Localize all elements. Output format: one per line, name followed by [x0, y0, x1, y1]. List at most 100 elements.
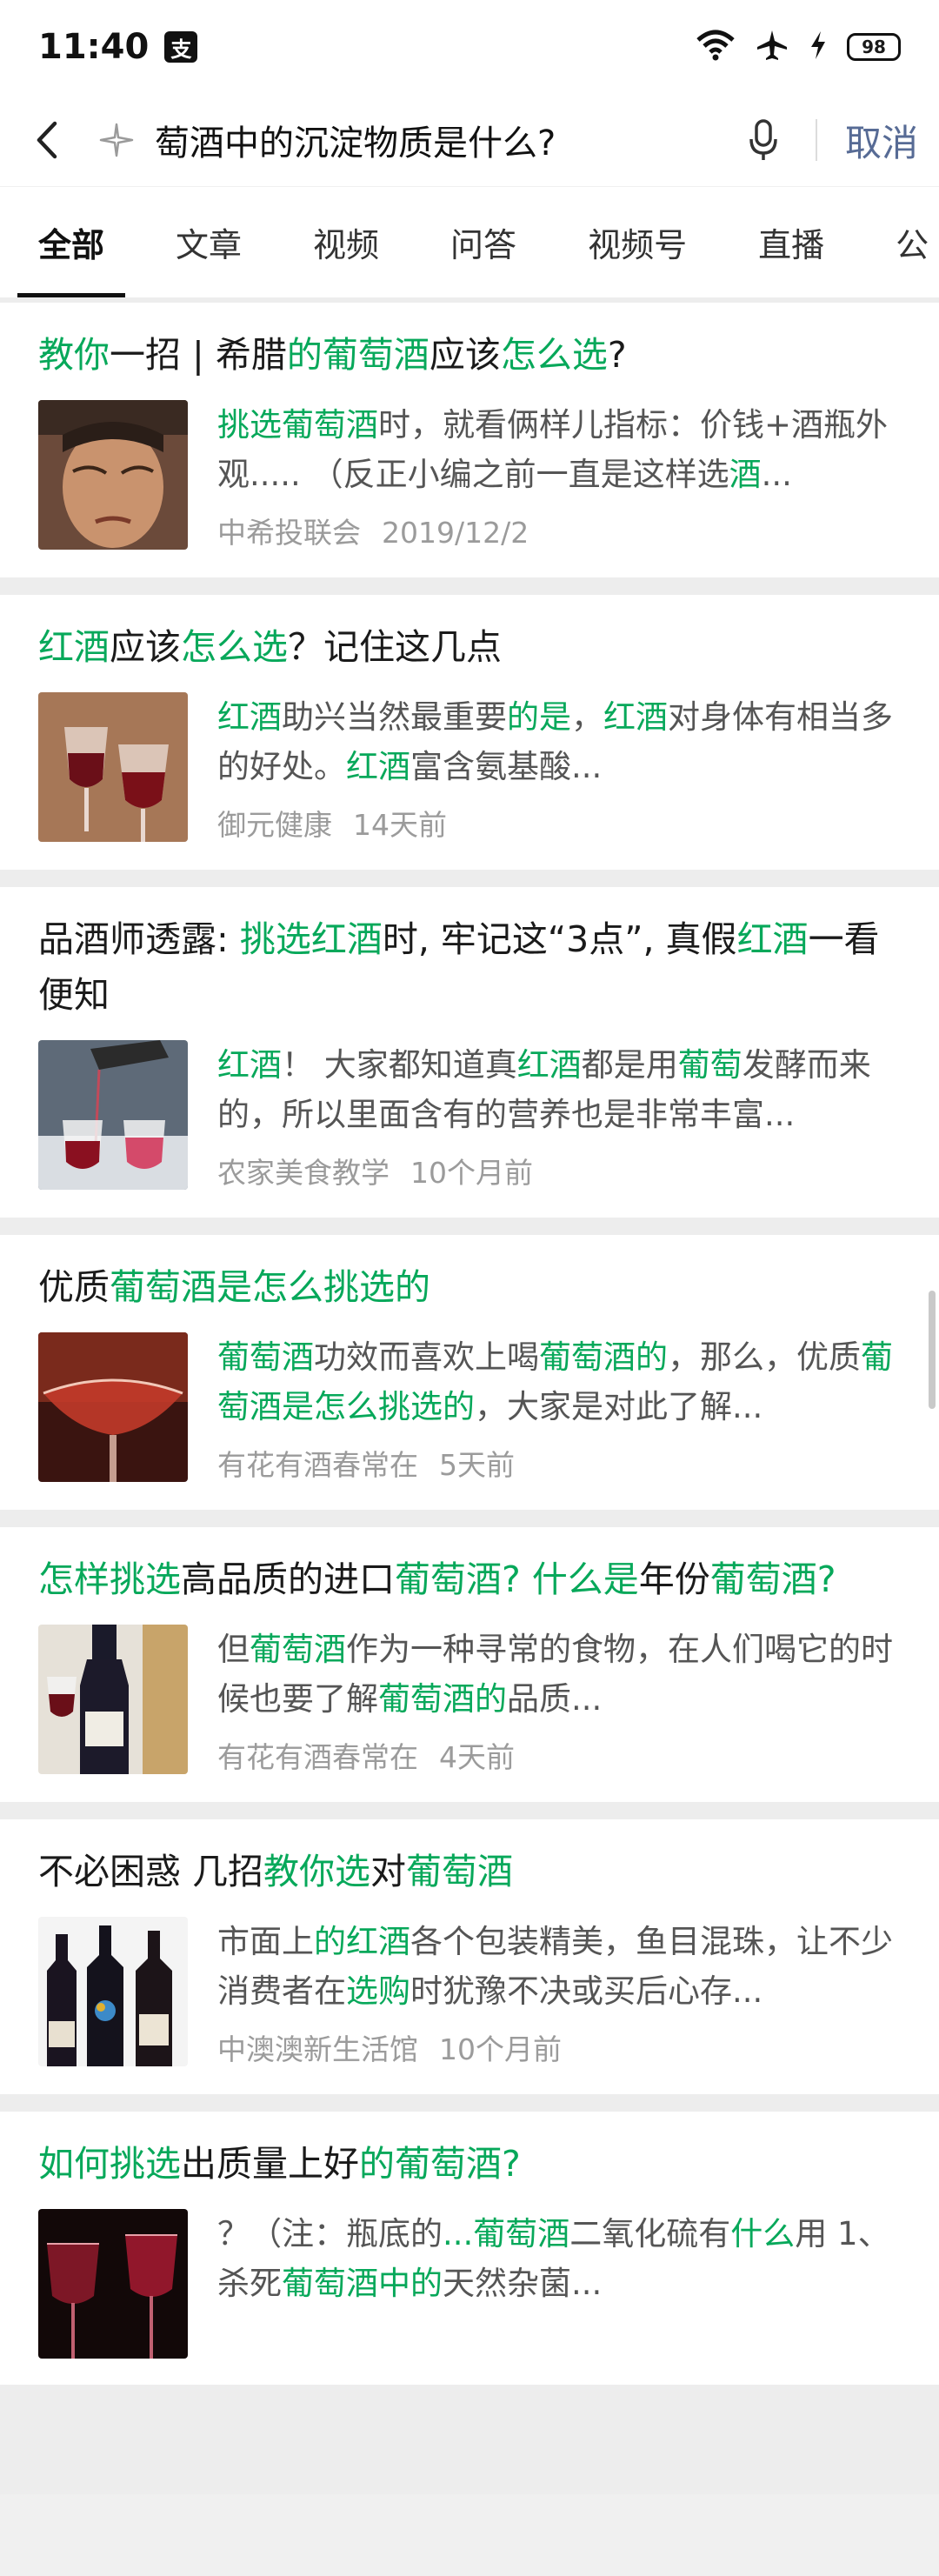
text-segment: 品质...: [507, 1680, 603, 1718]
result-snippet: 市面上的红酒各个包装精美，鱼目混珠，让不少消费者在选购时犹豫不决或买后心存...: [217, 1917, 901, 2016]
highlighted-keyword: 的葡萄酒: [286, 334, 430, 376]
highlighted-keyword: 红酒: [217, 1046, 282, 1084]
highlighted-keyword: 如何挑选: [38, 2143, 181, 2185]
result-title[interactable]: 不必困惑 几招教你选对葡萄酒: [38, 1844, 901, 1899]
scrollbar[interactable]: [929, 1291, 936, 1409]
search-result-card[interactable]: 红酒应该怎么选？记住这几点 红酒助兴当然最重要的是，红酒对身体有相当多的好处。红酒…: [0, 595, 939, 870]
result-title[interactable]: 红酒应该怎么选？记住这几点: [38, 619, 901, 675]
highlighted-keyword: 挑选葡萄酒: [217, 406, 378, 444]
result-thumbnail[interactable]: [38, 1332, 188, 1482]
text-segment: 功效而喜欢上喝: [314, 1338, 539, 1376]
highlighted-keyword: 葡萄酒是怎么挑选的: [110, 1266, 430, 1308]
cancel-button[interactable]: 取消: [845, 114, 918, 167]
result-body-row: 但葡萄酒作为一种寻常的食物，在人们喝它的时候也要了解葡萄酒的品质... 有花有酒春…: [38, 1625, 901, 1776]
result-text: 但葡萄酒作为一种寻常的食物，在人们喝它的时候也要了解葡萄酒的品质... 有花有酒春…: [217, 1625, 901, 1776]
search-query-input[interactable]: 萄酒中的沉淀物质是什么?: [155, 115, 737, 165]
result-text: 红酒助兴当然最重要的是，红酒对身体有相当多的好处。红酒富含氨基酸... 御元健康 1…: [217, 692, 901, 844]
text-segment: ，: [571, 698, 603, 736]
result-date: 2019/12/2: [382, 516, 529, 550]
result-source[interactable]: 中澳澳新生活馆: [217, 2032, 418, 2066]
result-source[interactable]: 有花有酒春常在: [217, 1448, 418, 1482]
result-date: 10个月前: [410, 1156, 533, 1190]
highlighted-keyword: 葡萄酒: [217, 1338, 314, 1376]
search-divider: [815, 119, 817, 161]
result-thumbnail[interactable]: [38, 400, 188, 550]
highlighted-keyword: 什么: [730, 2215, 796, 2252]
result-meta: 有花有酒春常在 4天前: [217, 1734, 901, 1776]
result-source[interactable]: 有花有酒春常在: [217, 1740, 418, 1774]
result-thumbnail[interactable]: [38, 692, 188, 842]
search-bar: 萄酒中的沉淀物质是什么? 取消: [0, 94, 939, 186]
text-segment: 对: [370, 1851, 407, 1892]
result-title[interactable]: 如何挑选出质量上好的葡萄酒?: [38, 2136, 901, 2192]
result-snippet: 红酒助兴当然最重要的是，红酒对身体有相当多的好处。红酒富含氨基酸...: [217, 692, 901, 791]
highlighted-keyword: 酒: [729, 456, 762, 493]
tab-live[interactable]: 直播: [758, 187, 824, 297]
tab-official-accounts[interactable]: 公: [896, 187, 929, 297]
result-meta: 御元健康 14天前: [217, 802, 901, 844]
text-segment: 出质量上好: [181, 2143, 359, 2185]
result-title[interactable]: 怎样挑选高品质的进口葡萄酒? 什么是年份葡萄酒?: [38, 1552, 901, 1607]
highlighted-keyword: 红酒: [217, 698, 282, 736]
result-meta: 中希投联会 2019/12/2: [217, 510, 901, 551]
microphone-icon[interactable]: [737, 114, 789, 166]
search-result-card[interactable]: 如何挑选出质量上好的葡萄酒? ？（注：瓶底的...葡萄酒二氧化硫有什么用 1、杀死…: [0, 2112, 939, 2385]
result-meta: 中澳澳新生活馆 10个月前: [217, 2026, 901, 2068]
highlighted-keyword: 红酒: [516, 1046, 582, 1084]
search-result-card[interactable]: 优质葡萄酒是怎么挑选的 葡萄酒功效而喜欢上喝葡萄酒的，那么，优质 葡萄酒是怎么挑选的…: [0, 1235, 939, 1510]
text-segment: 二氧化硫有: [569, 2215, 731, 2252]
search-result-card[interactable]: 教你一招 | 希腊的葡萄酒应该怎么选? 挑选葡萄酒时，就看俩样儿指标：价钱+酒瓶外…: [0, 303, 939, 577]
search-result-card[interactable]: 怎样挑选高品质的进口葡萄酒? 什么是年份葡萄酒? 但葡萄酒作为一种寻常的食物，在人…: [0, 1527, 939, 1802]
result-text: 红酒！ 大家都知道真红酒都是用葡萄发酵而来的，所以里面含有的营养也是非常丰富..…: [217, 1040, 901, 1191]
result-source[interactable]: 御元健康: [217, 808, 332, 842]
tab-qa[interactable]: 问答: [450, 187, 516, 297]
tab-articles[interactable]: 文章: [176, 187, 242, 297]
result-title[interactable]: 优质葡萄酒是怎么挑选的: [38, 1259, 901, 1315]
text-segment: 天然杂菌...: [443, 2265, 603, 2302]
status-time: 11:40: [38, 27, 150, 67]
status-bar: 11:40 支 98: [0, 0, 939, 94]
highlighted-keyword: 葡萄酒? 什么是: [395, 1558, 639, 1600]
result-title[interactable]: 教你一招 | 希腊的葡萄酒应该怎么选?: [38, 327, 901, 383]
text-segment: 时犹豫不决或买后心存...: [410, 1972, 763, 2010]
highlighted-keyword: 挑选红酒: [239, 918, 383, 960]
highlighted-keyword: 的是: [507, 698, 571, 736]
tab-videos[interactable]: 视频: [313, 187, 379, 297]
wifi-icon: [696, 30, 736, 64]
text-segment: 高品质的进口: [181, 1558, 395, 1600]
charging-icon: [809, 30, 828, 64]
highlighted-keyword: 红酒: [346, 748, 410, 785]
result-thumbnail[interactable]: [38, 1917, 188, 2066]
result-snippet: 但葡萄酒作为一种寻常的食物，在人们喝它的时候也要了解葡萄酒的品质...: [217, 1625, 901, 1724]
status-right: 98: [696, 28, 901, 66]
highlighted-keyword: 教你选: [263, 1851, 371, 1892]
tab-all[interactable]: 全部: [17, 187, 126, 297]
text-segment: ！ 大家都知道真: [282, 1046, 517, 1084]
text-segment: ...: [761, 456, 792, 493]
text-segment: ？（注：瓶底的: [217, 2215, 443, 2252]
highlighted-keyword: 葡萄酒: [406, 1851, 514, 1892]
result-date: 5天前: [439, 1448, 515, 1482]
result-title[interactable]: 品酒师透露: 挑选红酒时, 牢记这“3点”, 真假红酒一看便知: [38, 911, 901, 1023]
airplane-icon: [755, 28, 789, 66]
highlighted-keyword: 红酒: [736, 918, 809, 960]
status-left: 11:40 支: [38, 27, 198, 67]
result-thumbnail[interactable]: [38, 1625, 188, 1774]
result-text: 市面上的红酒各个包装精美，鱼目混珠，让不少消费者在选购时犹豫不决或买后心存...…: [217, 1917, 901, 2068]
result-source[interactable]: 中希投联会: [217, 516, 361, 550]
result-body-row: 市面上的红酒各个包装精美，鱼目混珠，让不少消费者在选购时犹豫不决或买后心存...…: [38, 1917, 901, 2068]
tab-channels[interactable]: 视频号: [588, 187, 687, 297]
result-thumbnail[interactable]: [38, 2209, 188, 2359]
result-source[interactable]: 农家美食教学: [217, 1156, 390, 1190]
search-result-card[interactable]: 不必困惑 几招教你选对葡萄酒市面上的红酒各个包装精美，鱼目混珠，让不少消费者在选…: [0, 1819, 939, 2094]
highlighted-keyword: 红酒: [38, 626, 110, 668]
result-body-row: ？（注：瓶底的...葡萄酒二氧化硫有什么用 1、杀死葡萄酒中的天然杂菌...: [38, 2209, 901, 2359]
highlighted-keyword: 葡萄酒的: [378, 1680, 507, 1718]
highlighted-keyword: ...葡萄酒: [443, 2215, 570, 2252]
result-thumbnail[interactable]: [38, 1040, 188, 1190]
search-result-card[interactable]: 品酒师透露: 挑选红酒时, 牢记这“3点”, 真假红酒一看便知 红酒！ 大家都知道…: [0, 887, 939, 1218]
result-meta: 农家美食教学 10个月前: [217, 1150, 901, 1191]
result-text: 挑选葡萄酒时，就看俩样儿指标：价钱+酒瓶外观..... （反正小编之前一直是这样…: [217, 400, 901, 551]
back-arrow-icon[interactable]: [21, 114, 73, 166]
result-body-row: 红酒助兴当然最重要的是，红酒对身体有相当多的好处。红酒富含氨基酸... 御元健康 1…: [38, 692, 901, 844]
